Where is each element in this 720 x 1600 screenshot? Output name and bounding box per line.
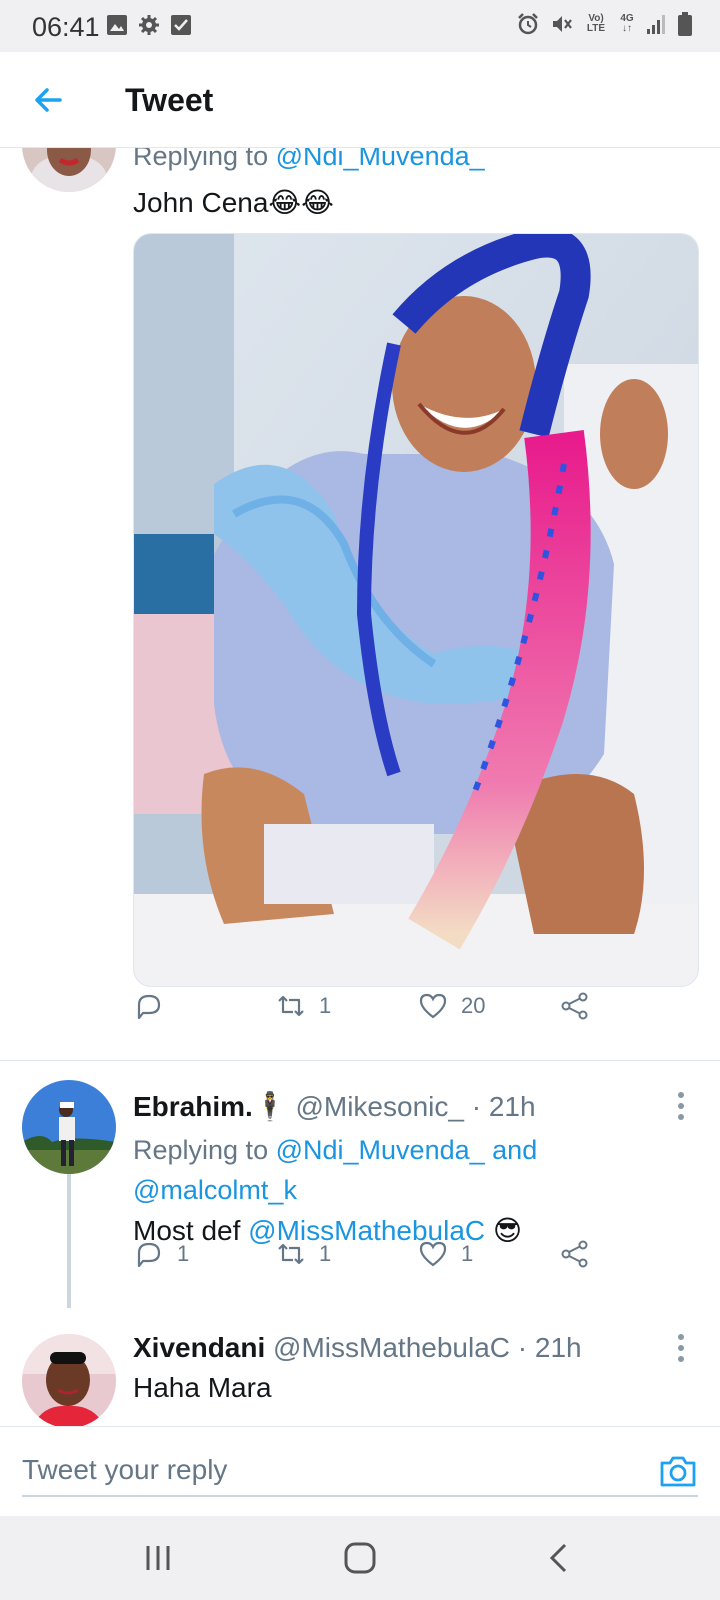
retweet-count: 1 [319, 993, 332, 1018]
avatar[interactable] [22, 1334, 116, 1426]
share-icon [561, 1240, 588, 1268]
avatar[interactable] [22, 148, 116, 192]
avatar[interactable] [22, 1080, 116, 1174]
retweet-icon [278, 995, 304, 1017]
reply-handle-link[interactable]: @malcolmt_k [133, 1175, 297, 1205]
tweet-time: · 21h [471, 1091, 536, 1122]
user-handle[interactable]: @Mikesonic_ [295, 1091, 463, 1122]
tweet-text: Haha Mara [133, 1372, 272, 1403]
like-count: 1 [461, 1241, 474, 1266]
user-handle[interactable]: @MissMathebulaC [273, 1332, 510, 1363]
retweet-action[interactable]: 1 [275, 986, 417, 1026]
volte-label: Vo) LTE [586, 13, 606, 34]
retweet-count: 1 [319, 1241, 332, 1266]
signal-icon [647, 15, 665, 34]
checkbox-icon [171, 15, 191, 35]
status-left-icons [106, 14, 192, 36]
camera-icon[interactable] [658, 1453, 698, 1489]
share-icon [561, 992, 588, 1020]
reply-icon [137, 994, 161, 1020]
tweet-media-image[interactable] [133, 233, 699, 987]
status-bar: 06:41 Vo) LTE 4G ↓↑ [0, 0, 720, 52]
status-time: 06:41 [32, 12, 100, 42]
reply-prefix: Replying to [133, 1135, 269, 1165]
reply-count: 1 [177, 1241, 190, 1266]
tweet-time: · 21h [517, 1332, 582, 1363]
reply-to-line: Replying to @Ndi_Muvenda_ [133, 148, 485, 172]
tweet-actions: 1 20 [133, 986, 613, 1026]
thread-line [67, 1158, 71, 1308]
more-options-icon[interactable] [678, 1092, 686, 1125]
system-nav-bar [0, 1516, 720, 1600]
recent-apps-icon[interactable] [138, 1538, 178, 1578]
reply-handle-link[interactable]: @Ndi_Muvenda_ [276, 148, 485, 171]
mute-icon [553, 16, 572, 32]
like-count: 20 [461, 993, 486, 1018]
tweet-thread[interactable]: Replying to @Ndi_Muvenda_ John Cena😂😂 1 … [0, 148, 720, 1426]
tweet-actions: 1 1 1 [133, 1234, 613, 1274]
retweet-icon [278, 1243, 304, 1265]
retweet-action[interactable]: 1 [275, 1234, 417, 1274]
like-action[interactable]: 1 [417, 1234, 559, 1274]
reply-action[interactable]: 1 [133, 1234, 275, 1274]
reply-input[interactable] [22, 1445, 698, 1497]
home-icon[interactable] [340, 1538, 380, 1578]
network-label: 4G [620, 13, 634, 24]
status-right-icons: Vo) LTE 4G ↓↑ [516, 12, 692, 36]
display-name[interactable]: Ebrahim.🕴 [133, 1091, 288, 1122]
back-arrow-icon[interactable] [30, 82, 66, 118]
alarm-icon [518, 13, 538, 35]
back-icon[interactable] [540, 1538, 580, 1578]
page-title: Tweet [125, 82, 214, 118]
share-action[interactable] [559, 986, 591, 1026]
image-icon [107, 15, 127, 35]
tweet-header: Ebrahim.🕴 @Mikesonic_ · 21h [133, 1090, 536, 1123]
gear-icon [139, 15, 159, 35]
reply-action[interactable] [133, 986, 275, 1026]
more-options-icon[interactable] [678, 1334, 686, 1367]
tweet-header: Xivendani @MissMathebulaC · 21h [133, 1332, 582, 1364]
battery-icon [678, 12, 692, 36]
display-name[interactable]: Xivendani [133, 1332, 265, 1363]
reply-prefix: Replying to [133, 148, 269, 171]
heart-icon [419, 993, 447, 1019]
divider [0, 1060, 720, 1061]
reply-bar [0, 1426, 720, 1516]
app-header: Tweet [0, 52, 720, 148]
4g-icon: 4G ↓↑ [620, 13, 634, 34]
volte-icon: Vo) LTE [584, 14, 608, 34]
reply-icon [137, 1242, 161, 1268]
reply-to-line: Replying to @Ndi_Muvenda_ and @malcolmt_… [133, 1130, 693, 1210]
tweet-text: John Cena😂😂 [133, 187, 334, 218]
reply-handle-link[interactable]: @Ndi_Muvenda_ [276, 1135, 485, 1165]
share-action[interactable] [559, 1234, 591, 1274]
heart-icon [419, 1241, 447, 1267]
reply-and[interactable]: and [492, 1135, 537, 1165]
like-action[interactable]: 20 [417, 986, 559, 1026]
